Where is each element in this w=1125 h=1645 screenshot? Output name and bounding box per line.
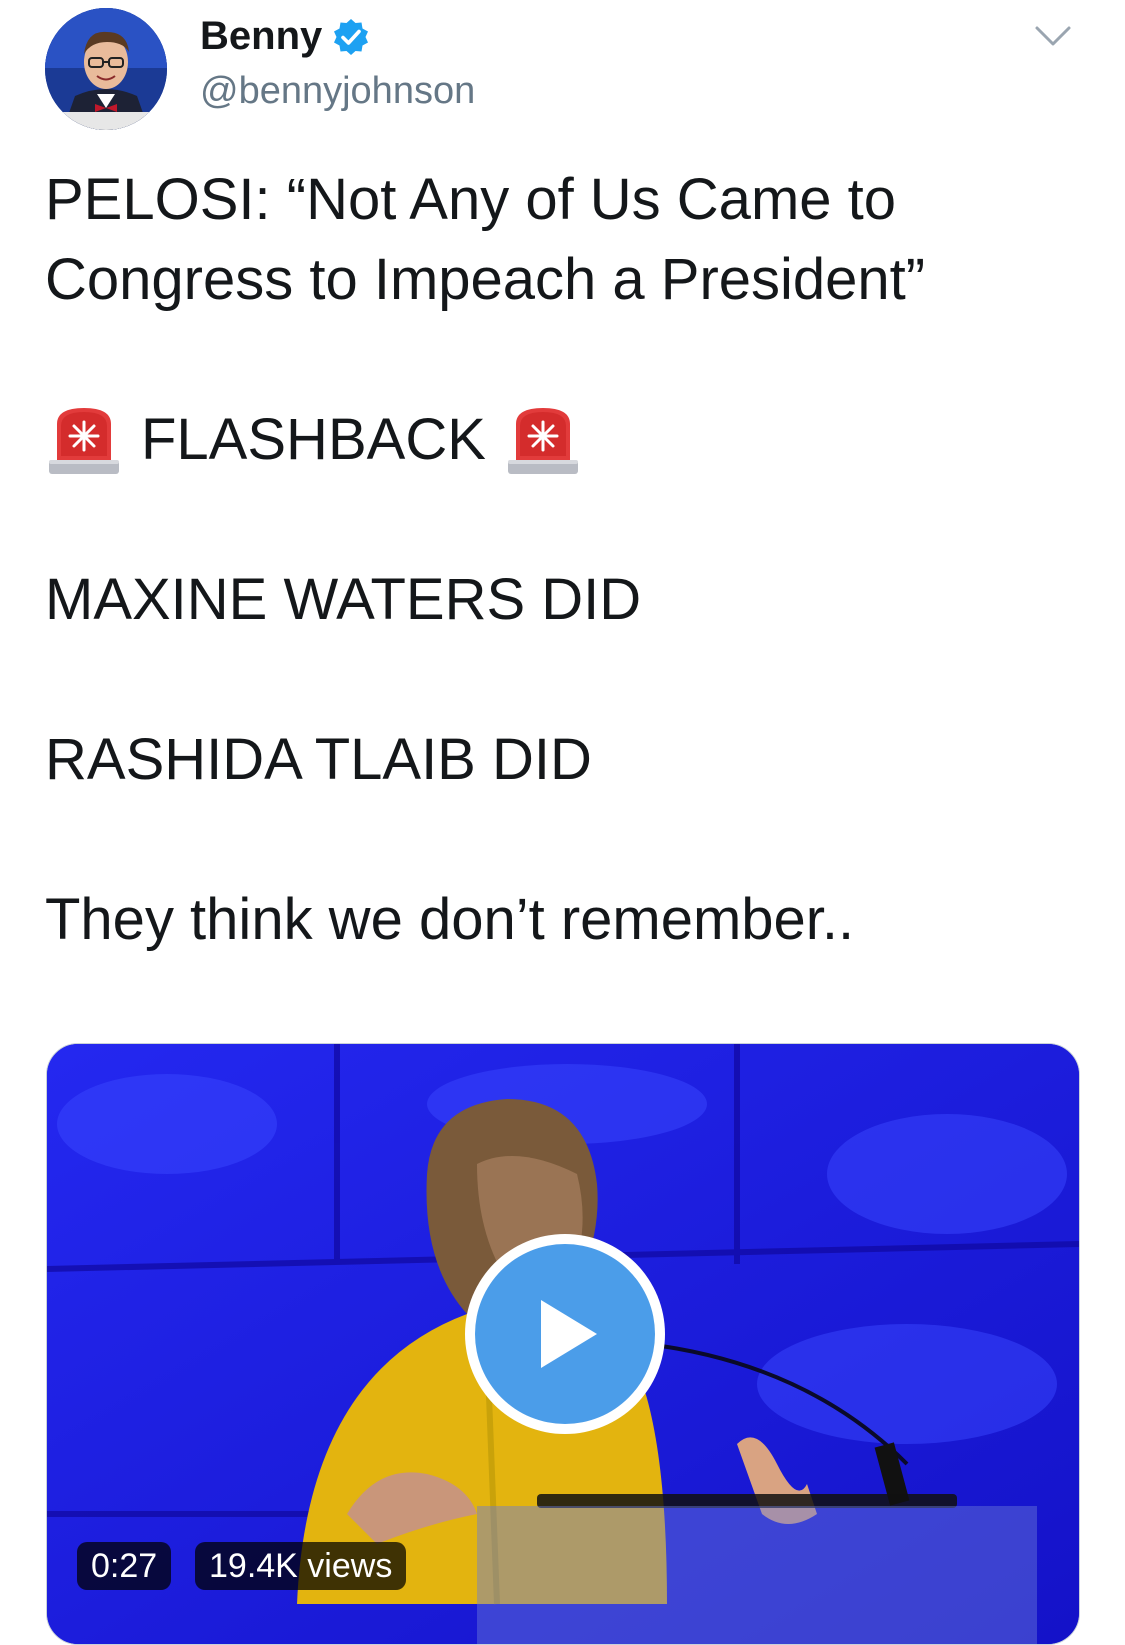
chevron-down-icon[interactable] — [1033, 20, 1073, 50]
user-handle[interactable]: @bennyjohnson — [200, 70, 475, 113]
avatar-image — [45, 8, 167, 130]
police-light-icon — [504, 400, 582, 480]
flashback-row: FLASHBACK — [45, 400, 1085, 480]
tweet-card[interactable]: Benny @bennyjohnson PELOSI: “Not Any of … — [0, 0, 1125, 1645]
tweet-line-3: MAXINE WATERS DID — [45, 567, 642, 632]
video-views: 19.4K views — [195, 1542, 407, 1590]
tweet-text: PELOSI: “Not Any of Us Came to Congress … — [45, 160, 1085, 960]
tweet-line-4: RASHIDA TLAIB DID — [45, 727, 592, 792]
video-player[interactable]: 0:27 19.4K views — [46, 1043, 1080, 1645]
tweet-line-1: PELOSI: “Not Any of Us Came to — [45, 167, 896, 232]
tweet-line-2: Congress to Impeach a President” — [45, 247, 926, 312]
video-duration: 0:27 — [77, 1542, 172, 1590]
display-name-row[interactable]: Benny — [200, 14, 370, 59]
avatar[interactable] — [45, 8, 167, 130]
play-button[interactable] — [465, 1234, 665, 1434]
tweet-line-5: They think we don’t remember.. — [45, 887, 855, 952]
verified-badge-icon — [332, 18, 370, 56]
play-icon — [475, 1244, 655, 1424]
police-light-icon — [45, 400, 123, 480]
flashback-label: FLASHBACK — [141, 407, 486, 472]
display-name[interactable]: Benny — [200, 14, 322, 59]
